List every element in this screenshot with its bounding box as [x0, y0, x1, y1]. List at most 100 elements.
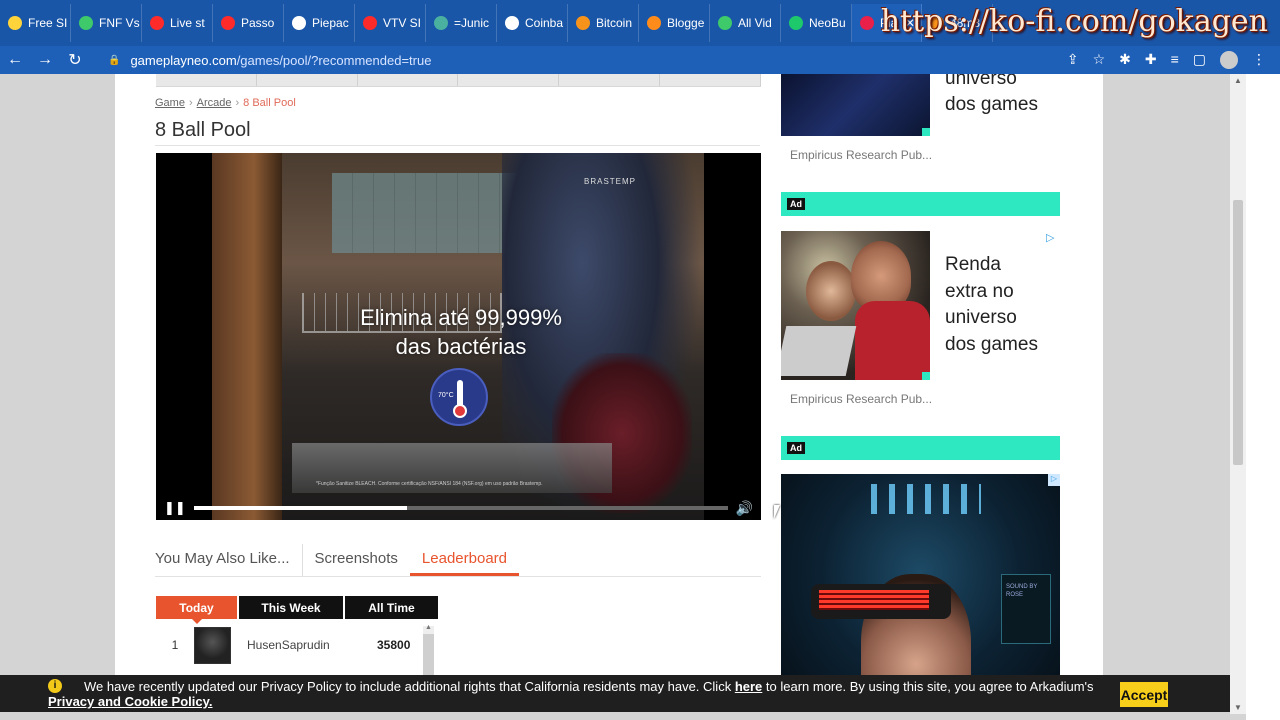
- reload-icon[interactable]: ↻: [60, 50, 90, 70]
- browser-tab[interactable]: =Junic: [426, 4, 497, 42]
- browser-tab[interactable]: All Vid: [710, 4, 781, 42]
- cookie-message: We have recently updated our Privacy Pol…: [48, 679, 1094, 709]
- extension-icon[interactable]: ✱: [1119, 51, 1131, 69]
- ad-label-bar-1: Ad: [781, 192, 1060, 216]
- tab-favicon-icon: [647, 16, 661, 30]
- video-fineprint: *Função Sanitize BLEACH. Conforme certif…: [316, 481, 543, 487]
- adchoices-icon[interactable]: ▷: [1046, 231, 1054, 244]
- mouse-cursor-icon: [774, 505, 780, 519]
- browser-tab[interactable]: Coinba: [497, 4, 568, 42]
- url-path: /games/pool/?recommended=true: [236, 52, 432, 68]
- browser-toolbar: ← → ↻ 🔒 gameplayneo.com/games/pool/?reco…: [0, 46, 1280, 74]
- leaderboard-score: 35800: [377, 638, 411, 652]
- browser-tab[interactable]: Piepac: [284, 4, 355, 42]
- tab-title: Blogge: [667, 16, 705, 30]
- tab-title: Bitcoin: [596, 16, 633, 30]
- browser-tab[interactable]: VTV SI: [355, 4, 426, 42]
- cookie-banner: i We have recently updated our Privacy P…: [0, 675, 1230, 712]
- ad-headline-top[interactable]: universo dos games: [945, 74, 1038, 118]
- video-progress-bar[interactable]: [193, 506, 728, 510]
- page-viewport: Game › Arcade › 8 Ball Pool 8 Ball Pool BRAS…: [0, 74, 1246, 720]
- video-overlay-text: Elimina até 99,999% das bactérias: [360, 305, 562, 359]
- tab-leaderboard[interactable]: Leaderboard: [409, 544, 519, 576]
- tab-title: All Vid: [738, 16, 772, 30]
- ad-image-couple[interactable]: [781, 231, 930, 380]
- tab-title: Free SI: [28, 16, 68, 30]
- tab-favicon-icon: [79, 16, 93, 30]
- tab-title: VTV SI: [383, 16, 422, 30]
- page-scrollbar[interactable]: ▲ ▼: [1230, 74, 1246, 714]
- tab-today[interactable]: Today: [156, 596, 237, 624]
- reading-list-icon[interactable]: ≡: [1171, 51, 1179, 69]
- tab-title: Passo: [241, 16, 275, 30]
- tab-favicon-icon: [292, 16, 306, 30]
- video-brand: BRASTEMP: [584, 177, 637, 186]
- tab-title: Live st: [170, 16, 205, 30]
- browser-tab[interactable]: Bitcoin: [568, 4, 639, 42]
- top-menu-strip: [156, 74, 761, 87]
- ad-label-bar-2: Ad: [781, 436, 1060, 460]
- tab-title: Piepac: [312, 16, 349, 30]
- side-panel-icon[interactable]: ▢: [1193, 51, 1206, 69]
- menu-icon[interactable]: ⋮: [1252, 51, 1266, 69]
- ad-source-2[interactable]: Empiricus Research Pub...: [790, 392, 932, 406]
- volume-icon[interactable]: 🔊: [736, 500, 753, 517]
- browser-tab[interactable]: Passo: [213, 4, 284, 42]
- scroll-down-icon[interactable]: ▼: [1234, 703, 1242, 712]
- tab-title: NeoBu: [809, 16, 846, 30]
- ad-badge: Ad: [787, 198, 805, 210]
- leaderboard-rank: 1: [171, 638, 179, 652]
- watermark-text: https://ko-fi.com/gokagen: [880, 4, 1268, 39]
- tab-title: =Junic: [454, 16, 490, 30]
- browser-tab[interactable]: Blogge: [639, 4, 710, 42]
- address-bar[interactable]: 🔒 gameplayneo.com/games/pool/?recommende…: [96, 48, 996, 72]
- tab-title: Coinba: [525, 16, 564, 30]
- window-edge: [1246, 74, 1280, 720]
- breadcrumb: Game › Arcade › 8 Ball Pool: [155, 97, 296, 109]
- cookie-here-link[interactable]: here: [735, 679, 762, 694]
- tab-favicon-icon: [860, 16, 874, 30]
- tab-favicon-icon: [789, 16, 803, 30]
- browser-tab[interactable]: Free SI: [0, 4, 71, 42]
- tab-screenshots[interactable]: Screenshots: [301, 544, 398, 576]
- breadcrumb-arcade[interactable]: Arcade: [197, 97, 232, 109]
- bookmark-star-icon[interactable]: ☆: [1093, 51, 1106, 69]
- toolbar-icons: ⇪ ☆ ✱ ✚ ≡ ▢ ⋮: [1067, 51, 1280, 69]
- browser-tab[interactable]: NeoBu: [781, 4, 852, 42]
- url-host: gameplayneo.com: [130, 52, 237, 68]
- ad-headline-2[interactable]: Renda extra no universo dos games: [945, 252, 1038, 358]
- pause-icon[interactable]: ❚❚: [164, 500, 186, 516]
- puzzle-icon[interactable]: ✚: [1145, 51, 1157, 69]
- lock-icon: 🔒: [108, 54, 121, 66]
- avatar[interactable]: [1220, 51, 1238, 69]
- breadcrumb-game[interactable]: Game: [155, 97, 185, 109]
- adchoices-icon[interactable]: ▷: [1048, 474, 1060, 486]
- video-ad-player[interactable]: BRASTEMP Elimina até 99,999% das bactéri…: [156, 153, 761, 520]
- tab-favicon-icon: [718, 16, 732, 30]
- privacy-policy-link[interactable]: Privacy and Cookie Policy.: [48, 694, 213, 709]
- browser-tab[interactable]: Live st: [142, 4, 213, 42]
- tab-favicon-icon: [434, 16, 448, 30]
- tab-favicon-icon: [221, 16, 235, 30]
- tab-favicon-icon: [150, 16, 164, 30]
- ad-image-top[interactable]: [781, 74, 930, 136]
- browser-tab[interactable]: FNF Vs: [71, 4, 142, 42]
- forward-icon[interactable]: →: [30, 51, 60, 69]
- back-icon[interactable]: ←: [0, 51, 30, 69]
- video-controls: ❚❚ 🔊: [156, 496, 761, 520]
- ad-source-1[interactable]: Empiricus Research Pub...: [790, 148, 932, 162]
- scroll-up-icon[interactable]: ▲: [1234, 76, 1242, 85]
- accept-button[interactable]: Accept: [1120, 682, 1168, 707]
- share-icon[interactable]: ⇪: [1067, 51, 1079, 69]
- scrollbar-thumb[interactable]: [1233, 200, 1243, 465]
- tab-all-time[interactable]: All Time: [345, 596, 438, 619]
- tab-this-week[interactable]: This Week: [239, 596, 343, 619]
- bottom-strip: [0, 712, 1230, 720]
- tab-favicon-icon: [505, 16, 519, 30]
- title-divider: [155, 145, 760, 146]
- ad-badge: Ad: [787, 442, 805, 454]
- tab-title: FNF Vs: [99, 16, 140, 30]
- avatar: [194, 626, 231, 664]
- tab-you-may-also-like[interactable]: You May Also Like...: [155, 544, 290, 576]
- breadcrumb-current: 8 Ball Pool: [243, 97, 296, 109]
